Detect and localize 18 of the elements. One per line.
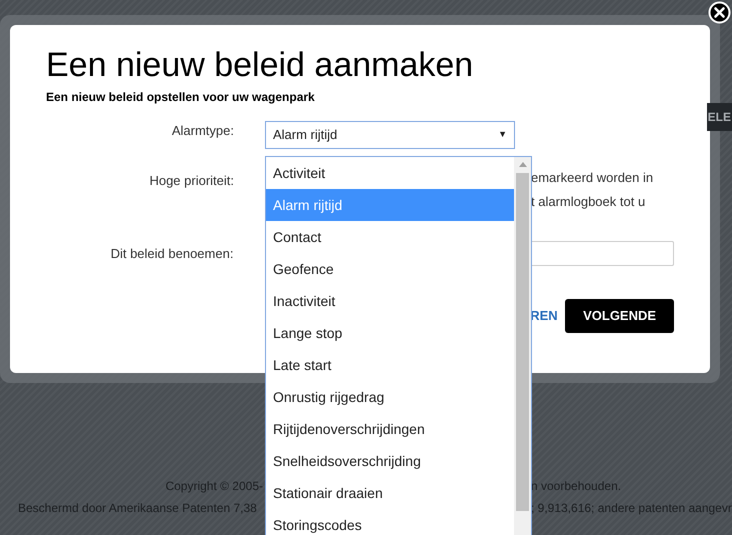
next-button[interactable]: VOLGENDE	[565, 299, 674, 333]
footer-text: Beschermd door Amerikaanse Patenten 7,38	[18, 501, 257, 515]
scrollbar[interactable]	[514, 157, 531, 535]
description-text: emarkeerd worden in	[531, 169, 654, 187]
background-button[interactable]: ELE	[706, 103, 732, 131]
alarm-type-select[interactable]: Alarm rijtijd ▼	[265, 121, 515, 149]
footer-text: n voorbehouden.	[531, 478, 622, 495]
close-icon[interactable]	[708, 1, 731, 24]
footer-text: Copyright © 2005-	[165, 479, 263, 493]
field-label: Alarmtype:	[170, 122, 234, 140]
name-input[interactable]	[530, 241, 674, 266]
caret-icon: ▼	[498, 128, 507, 142]
field-label: Hoge prioriteit:	[148, 172, 234, 190]
field-label: Dit beleid benoemen:	[110, 244, 234, 263]
footer-text: ; 9,913,616; andere patenten aangevr	[531, 500, 732, 517]
scroll-up-icon[interactable]	[518, 162, 526, 167]
dialog-subtitle: Een nieuw beleid opstellen voor uw wagenpark	[46, 89, 316, 105]
dialog-title: Een nieuw beleid aanmaken	[46, 45, 474, 85]
